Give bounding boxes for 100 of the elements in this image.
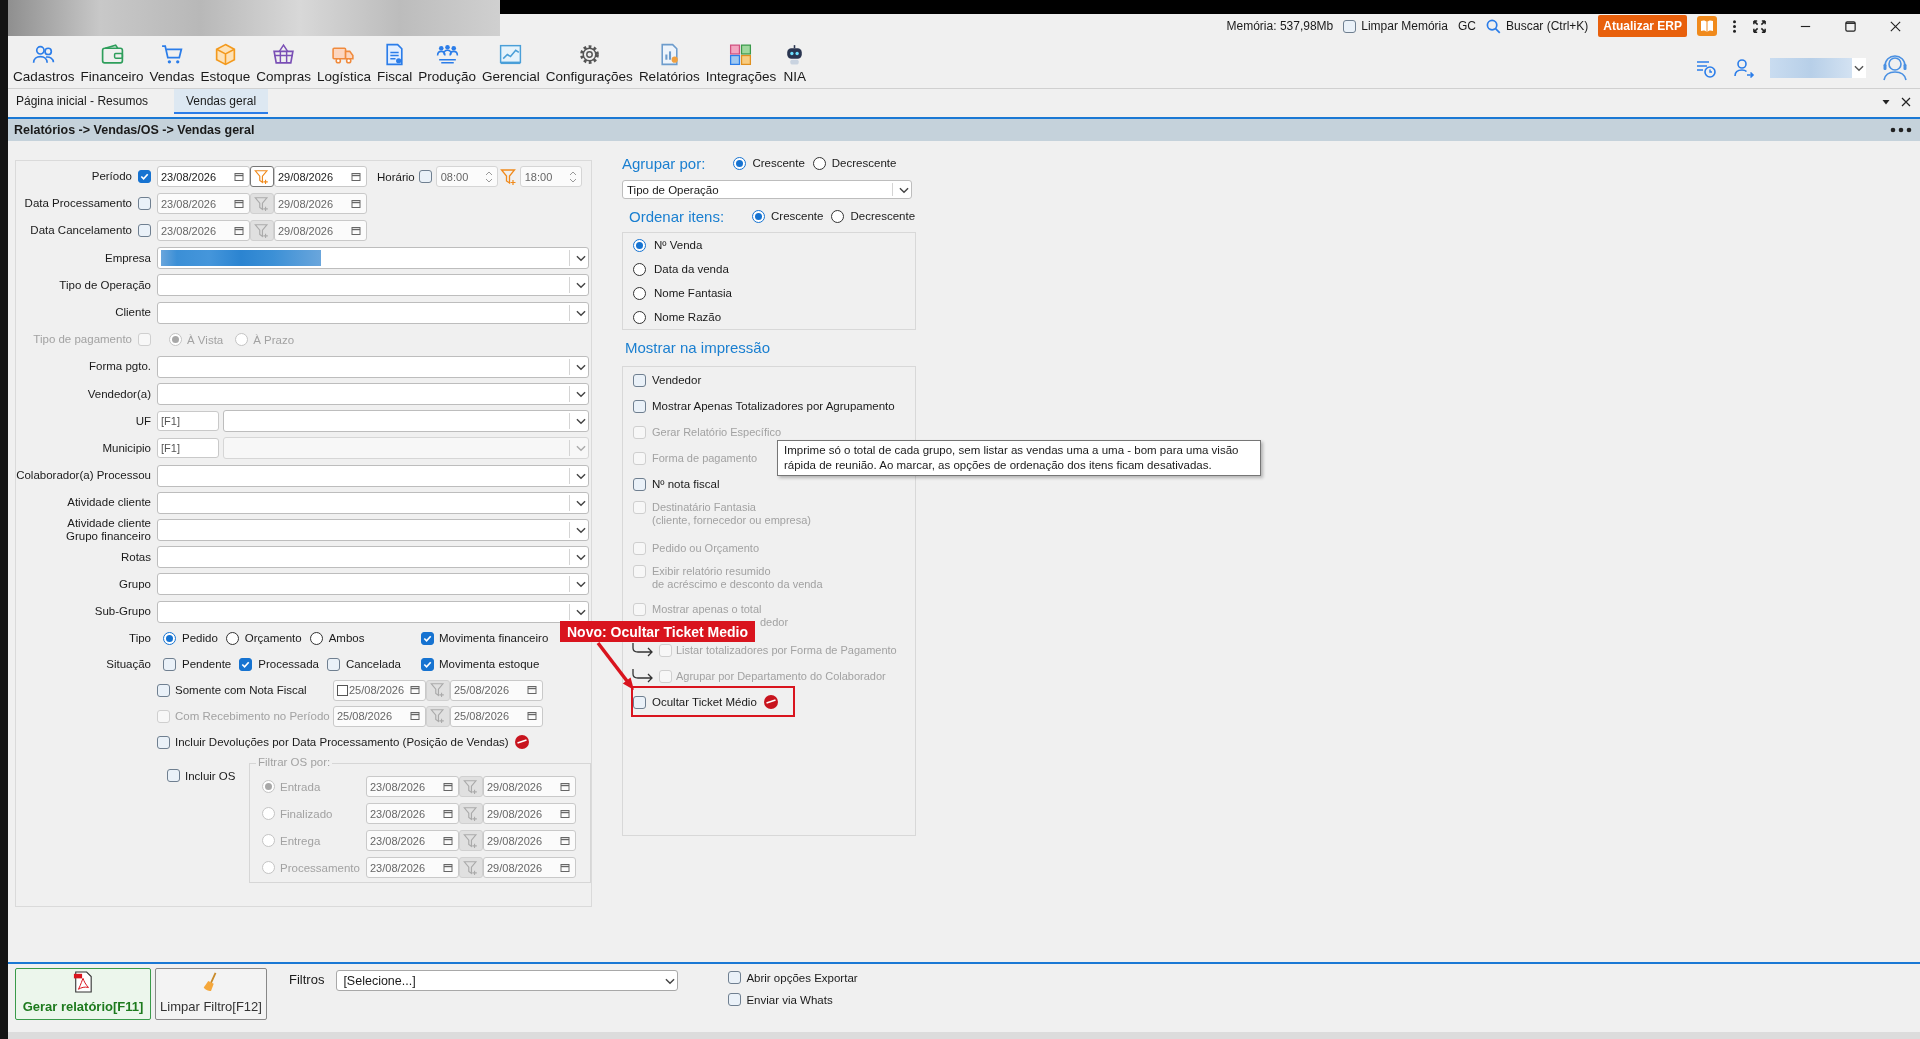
- generate-button[interactable]: Gerar relatório[F11]: [15, 968, 151, 1020]
- option-label: Orçamento: [244, 632, 302, 645]
- field-label: Tipo de pagamento: [32, 333, 133, 347]
- toolbar-button[interactable]: Cadastros: [10, 42, 78, 84]
- toolbar-button[interactable]: Relatórios: [635, 42, 703, 84]
- field-label: Data Processamento: [23, 197, 133, 211]
- section-title: Ordenar itens:: [629, 207, 725, 225]
- section-title: Mostrar na impressão: [624, 339, 772, 358]
- option-label: À Vista: [187, 333, 224, 346]
- date-field[interactable]: 23/08/2026: [366, 857, 459, 879]
- option-label: Com Recebimento no Período: [175, 710, 330, 723]
- field-label: Horário: [377, 170, 415, 183]
- toolbar-button[interactable]: Gerencial: [479, 42, 543, 84]
- field-label: Forma pgto.: [88, 360, 152, 374]
- option-label: Decrescente: [831, 157, 897, 169]
- option-label: Processada: [258, 658, 319, 671]
- option-label: Data da venda: [654, 263, 729, 275]
- date-field[interactable]: 23/08/2026: [366, 803, 459, 825]
- time-field[interactable]: 18:00: [519, 166, 582, 188]
- field-label: UF: [134, 414, 152, 428]
- breadcrumb: Relatórios -> Vendas/OS -> Vendas geral: [14, 123, 255, 137]
- option-label: Pedido: [182, 632, 218, 645]
- option-label: Entrega: [280, 834, 321, 847]
- toolbar-button[interactable]: Compras: [253, 42, 314, 84]
- option-label: Processamento: [280, 861, 360, 874]
- toolbar-button[interactable]: Configurações: [542, 42, 636, 84]
- option-label: Decrescente: [850, 210, 916, 222]
- option-label: Exibir relatório resumido de acréscimo e desconto da venda: [652, 565, 823, 591]
- option-label: Abrir opções Exportar: [746, 971, 858, 984]
- toolbar-button[interactable]: Fiscal: [373, 42, 416, 84]
- option-label: Destinatário Fantasia (cliente, fornecedor ou empresa): [652, 501, 811, 527]
- toolbar-button[interactable]: Integrações: [702, 42, 780, 84]
- date-field[interactable]: 23/08/2026: [157, 166, 250, 188]
- toolbar-button[interactable]: Financeiro: [77, 42, 147, 84]
- date-field[interactable]: 25/08/2026: [450, 679, 543, 701]
- field-label: Tipo de Operação: [58, 278, 152, 292]
- field-label: Vendedor(a): [86, 387, 152, 401]
- option-label: Entrada: [280, 780, 321, 793]
- option-label: Mostrar Apenas Totalizadores por Agrupamento: [652, 399, 895, 413]
- time-field[interactable]: 08:00: [435, 166, 498, 188]
- date-field[interactable]: 23/08/2026: [366, 830, 459, 852]
- field-label: Atividade cliente Grupo financeiro: [64, 517, 152, 544]
- toolbar-button[interactable]: Produção: [415, 42, 480, 84]
- option-label: Ocultar Ticket Médio: [652, 695, 757, 709]
- option-label: Pendente: [182, 658, 232, 671]
- field-label: Sub-Grupo: [93, 605, 152, 619]
- field-label: Empresa: [103, 251, 152, 265]
- option-label: Agrupar por Departamento do Colaborador: [676, 669, 886, 683]
- date-field[interactable]: 29/08/2026: [483, 830, 576, 852]
- field-label: Atividade cliente: [66, 496, 152, 510]
- dropdown-field[interactable]: [Selecione...]: [336, 970, 679, 991]
- toolbar-button[interactable]: Logística: [313, 42, 374, 84]
- toolbar-button[interactable]: NIA: [779, 42, 811, 84]
- field-label: Período: [90, 170, 133, 184]
- option-label: Forma de pagamento: [652, 451, 758, 465]
- group-title: Filtrar OS por:: [256, 756, 333, 769]
- option-label: Nome Razão: [654, 311, 722, 323]
- option-label: Nome Fantasia: [654, 287, 732, 299]
- option-label: Cancelada: [346, 658, 401, 671]
- field-label: Cliente: [114, 306, 152, 320]
- date-field[interactable]: 29/08/2026: [483, 857, 576, 879]
- clear-button[interactable]: Limpar Filtro[F12]: [155, 968, 267, 1020]
- field-label: Filtros: [289, 972, 325, 987]
- checkbox-label: Limpar Memória: [1361, 19, 1448, 33]
- toolbar-button[interactable]: Estoque: [197, 42, 254, 84]
- field-label: Data Cancelamento: [29, 224, 133, 238]
- option-label: Crescente: [771, 210, 824, 222]
- code-field[interactable]: [F1]: [157, 411, 219, 432]
- option-label: Finalizado: [280, 807, 333, 820]
- option-label: À Prazo: [253, 333, 295, 346]
- option-label: Vendedor: [652, 373, 702, 387]
- tooltip: Imprime só o total de cada grupo, sem listar as vendas uma a uma - bom para uma visão rápida de reunião. Ao marcar, as opções de ordenação dos itens ficam desativadas.: [777, 440, 1261, 476]
- date-field[interactable]: 29/08/2026: [274, 166, 367, 188]
- date-field[interactable]: 23/08/2026: [366, 776, 459, 798]
- option-label: Incluir Devoluções por Data Processamento (Posição de Vendas): [175, 736, 509, 749]
- tab[interactable]: Vendas geral: [174, 89, 269, 114]
- date-field[interactable]: 29/08/2026: [483, 803, 576, 825]
- annotation-label: Novo: Ocultar Ticket Medio: [560, 621, 755, 642]
- tab[interactable]: Página inicial - Resumos: [8, 89, 174, 114]
- date-field[interactable]: 29/08/2026: [483, 776, 576, 798]
- search-button[interactable]: Buscar (Ctrl+K): [1485, 18, 1589, 34]
- option-label: Ambos: [328, 632, 365, 645]
- dropdown-field[interactable]: Tipo de Operação: [622, 180, 912, 199]
- option-label: dedor: [760, 616, 789, 629]
- option-label: Listar totalizadores por Forma de Pagamento: [676, 643, 897, 657]
- field-label: Municipio: [101, 441, 152, 455]
- option-label: Somente com Nota Fiscal: [175, 684, 307, 697]
- option-label: Gerar Relatório Específico: [652, 425, 781, 439]
- gc-button[interactable]: GC: [1457, 19, 1476, 33]
- option-label: Mostrar apenas o total: [652, 603, 762, 616]
- field-label: Situação: [105, 657, 152, 671]
- date-field[interactable]: 25/08/2026: [333, 679, 426, 701]
- option-label: Incluir OS: [185, 769, 236, 782]
- field-label: Rotas: [119, 550, 152, 564]
- option-label: Nº Venda: [654, 239, 703, 251]
- field-label: Tipo: [128, 631, 152, 645]
- section-title: Agrupar por:: [622, 154, 706, 172]
- option-label: Crescente: [752, 157, 805, 169]
- toolbar-button[interactable]: Vendas: [146, 42, 198, 84]
- field-label: Colaborador(a) Processou: [16, 469, 152, 483]
